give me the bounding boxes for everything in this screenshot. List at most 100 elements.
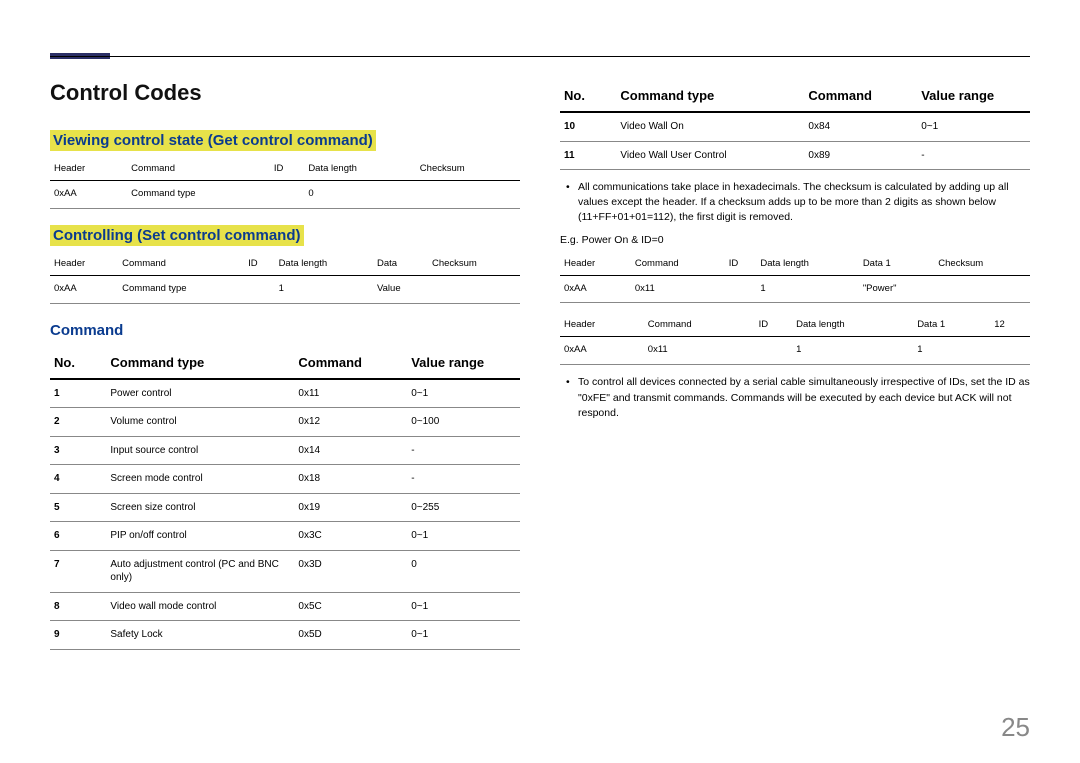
td: 0x5D: [294, 621, 407, 650]
note-item: To control all devices connected by a se…: [560, 375, 1030, 421]
td: 5: [50, 493, 106, 522]
td: 0xAA: [560, 275, 631, 303]
notes-list: To control all devices connected by a se…: [560, 375, 1030, 421]
td: Safety Lock: [106, 621, 294, 650]
page-title: Control Codes: [50, 80, 520, 106]
td: 2: [50, 408, 106, 437]
td: Command type: [127, 181, 270, 209]
th: Header: [560, 252, 631, 276]
table-row: 6PIP on/off control0x3C0~1: [50, 522, 520, 551]
table-row: 5Screen size control0x190~255: [50, 493, 520, 522]
page-number: 25: [1001, 712, 1030, 743]
th: ID: [270, 157, 304, 181]
th: Command: [118, 252, 244, 276]
td: [416, 181, 520, 209]
th: Header: [560, 313, 644, 337]
right-column: No. Command type Command Value range 10V…: [560, 40, 1030, 660]
table-row: 3Input source control0x14-: [50, 436, 520, 465]
th: Data length: [756, 252, 858, 276]
example-label: E.g. Power On & ID=0: [560, 234, 1030, 246]
table-viewing-control: Header Command ID Data length Checksum 0…: [50, 157, 520, 209]
page-body: Control Codes Viewing control state (Get…: [0, 0, 1080, 660]
td: 1: [50, 379, 106, 408]
td: 10: [560, 112, 616, 141]
td: 6: [50, 522, 106, 551]
th: ID: [244, 252, 274, 276]
th: ID: [755, 313, 792, 337]
td: Value: [373, 275, 428, 303]
td: -: [407, 436, 520, 465]
th: Value range: [917, 80, 1030, 112]
td: Volume control: [106, 408, 294, 437]
td: 0x12: [294, 408, 407, 437]
td: 0~1: [407, 522, 520, 551]
th: No.: [560, 80, 616, 112]
td: [270, 181, 304, 209]
th: Command type: [106, 347, 294, 379]
left-column: Control Codes Viewing control state (Get…: [50, 40, 520, 660]
th: Data 1: [913, 313, 990, 337]
table-row: 7Auto adjustment control (PC and BNC onl…: [50, 550, 520, 592]
table-example-2: Header Command ID Data length Data 1 12 …: [560, 313, 1030, 365]
td: Video Wall User Control: [616, 141, 804, 170]
td: 0x3D: [294, 550, 407, 592]
section-title-controlling: Controlling (Set control command): [50, 225, 304, 246]
td: 0~1: [407, 621, 520, 650]
td: 0: [304, 181, 415, 209]
td: "Power": [859, 275, 934, 303]
td: -: [917, 141, 1030, 170]
th: Command: [294, 347, 407, 379]
td: [244, 275, 274, 303]
table-row: 9Safety Lock0x5D0~1: [50, 621, 520, 650]
td: 8: [50, 592, 106, 621]
table-row: 1Power control0x110~1: [50, 379, 520, 408]
td: 0~1: [407, 592, 520, 621]
th: ID: [725, 252, 757, 276]
th: Checksum: [416, 157, 520, 181]
td: [428, 275, 520, 303]
td: Screen mode control: [106, 465, 294, 494]
section-title-command: Command: [50, 320, 126, 341]
td: 0: [407, 550, 520, 592]
td: 0~100: [407, 408, 520, 437]
td: 0~255: [407, 493, 520, 522]
td: Auto adjustment control (PC and BNC only…: [106, 550, 294, 592]
td: 0x11: [294, 379, 407, 408]
th: Data length: [304, 157, 415, 181]
td: 3: [50, 436, 106, 465]
td: 1: [275, 275, 373, 303]
th: Command type: [616, 80, 804, 112]
td: [934, 275, 1030, 303]
td: 1: [913, 337, 990, 365]
td: Input source control: [106, 436, 294, 465]
td: Screen size control: [106, 493, 294, 522]
th: Data length: [792, 313, 913, 337]
td: 0~1: [407, 379, 520, 408]
td: 1: [792, 337, 913, 365]
td: 7: [50, 550, 106, 592]
table-row: 10Video Wall On0x840~1: [560, 112, 1030, 141]
td: -: [407, 465, 520, 494]
note-item: All communications take place in hexadec…: [560, 180, 1030, 226]
th: Command: [127, 157, 270, 181]
table-row: 8Video wall mode control0x5C0~1: [50, 592, 520, 621]
table-row: 11Video Wall User Control0x89-: [560, 141, 1030, 170]
th: Data: [373, 252, 428, 276]
td: 0x89: [804, 141, 917, 170]
th: Command: [804, 80, 917, 112]
table-example-1: Header Command ID Data length Data 1 Che…: [560, 252, 1030, 304]
td: PIP on/off control: [106, 522, 294, 551]
td: 0x11: [631, 275, 725, 303]
td: 0xAA: [50, 275, 118, 303]
td: 1: [756, 275, 858, 303]
td: Power control: [106, 379, 294, 408]
th: Header: [50, 157, 127, 181]
td: 0x84: [804, 112, 917, 141]
table-command-list-right: No. Command type Command Value range 10V…: [560, 80, 1030, 170]
td: 0x3C: [294, 522, 407, 551]
table-command-list-left: No. Command type Command Value range 1Po…: [50, 347, 520, 650]
header-rule: [50, 56, 1030, 57]
notes-list: All communications take place in hexadec…: [560, 180, 1030, 226]
td: 0x18: [294, 465, 407, 494]
td: Command type: [118, 275, 244, 303]
